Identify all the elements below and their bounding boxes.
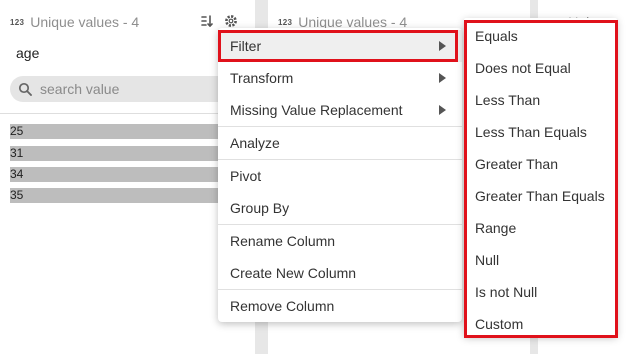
menu-item-remove-column[interactable]: Remove Column <box>218 290 462 322</box>
filter-option-is-not-null[interactable]: Is not Null <box>464 276 617 308</box>
value-row[interactable]: 31 <box>10 146 218 161</box>
column-panel-age: 123 Unique values - 4 age 25 31 34 35 <box>0 0 255 354</box>
chevron-right-icon <box>439 73 446 83</box>
filter-option-equals[interactable]: Equals <box>464 20 617 52</box>
menu-item-label: Missing Value Replacement <box>230 102 403 118</box>
numeric-type-icon: 123 <box>278 17 293 27</box>
menu-item-label: Transform <box>230 70 294 86</box>
filter-option-greater-than-equals[interactable]: Greater Than Equals <box>464 180 617 212</box>
menu-item-label: Remove Column <box>230 298 335 314</box>
column-name: age <box>16 45 40 61</box>
filter-option-custom[interactable]: Custom <box>464 308 617 340</box>
filter-option-does-not-equal[interactable]: Does not Equal <box>464 52 617 84</box>
column-context-menu: Filter Transform Missing Value Replaceme… <box>218 28 462 322</box>
column-header: 123 Unique values - 4 <box>10 10 139 34</box>
menu-item-missing-value-replacement[interactable]: Missing Value Replacement <box>218 94 462 126</box>
value-row[interactable]: 25 <box>10 124 218 139</box>
menu-item-label: Filter <box>230 38 262 54</box>
chevron-right-icon <box>439 105 446 115</box>
filter-option-less-than[interactable]: Less Than <box>464 84 617 116</box>
sort-icon[interactable] <box>198 12 216 30</box>
value-row[interactable]: 34 <box>10 167 218 182</box>
menu-item-label: Create New Column <box>230 265 357 281</box>
menu-item-label: Rename Column <box>230 233 336 249</box>
menu-item-label: Pivot <box>230 168 262 184</box>
filter-option-null[interactable]: Null <box>464 244 617 276</box>
value-row[interactable]: 35 <box>10 188 218 203</box>
chevron-right-icon <box>439 41 446 51</box>
divider <box>0 113 255 114</box>
search-input[interactable] <box>40 81 220 97</box>
menu-item-filter[interactable]: Filter <box>218 30 462 62</box>
filter-option-less-than-equals[interactable]: Less Than Equals <box>464 116 617 148</box>
filter-submenu: Equals Does not Equal Less Than Less Tha… <box>464 18 617 336</box>
menu-item-group-by[interactable]: Group By <box>218 192 462 224</box>
menu-item-analyze[interactable]: Analyze <box>218 127 462 159</box>
menu-item-label: Analyze <box>230 135 280 151</box>
menu-item-label: Group By <box>230 200 290 216</box>
menu-item-transform[interactable]: Transform <box>218 62 462 94</box>
search-icon <box>18 82 32 96</box>
numeric-type-icon: 123 <box>10 17 25 27</box>
menu-item-create-new-column[interactable]: Create New Column <box>218 257 462 289</box>
unique-values-count: Unique values - 4 <box>30 14 140 30</box>
menu-item-pivot[interactable]: Pivot <box>218 160 462 192</box>
filter-option-greater-than[interactable]: Greater Than <box>464 148 617 180</box>
menu-item-rename-column[interactable]: Rename Column <box>218 225 462 257</box>
filter-option-range[interactable]: Range <box>464 212 617 244</box>
search-box[interactable] <box>10 76 238 102</box>
